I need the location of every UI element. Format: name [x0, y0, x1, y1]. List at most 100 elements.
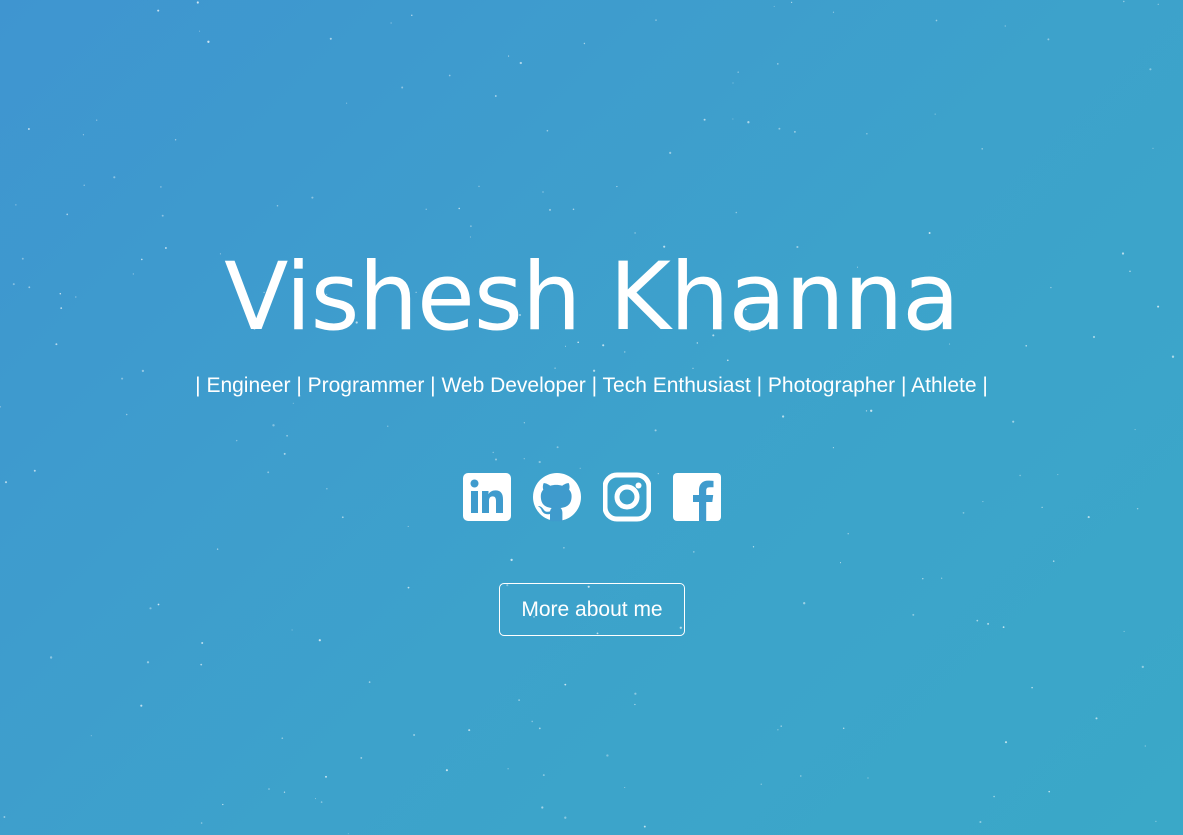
- star-dot: [510, 558, 513, 562]
- star-dot: [174, 139, 177, 141]
- star-dot: [583, 42, 586, 45]
- star-dot: [1002, 626, 1005, 628]
- star-dot: [235, 439, 238, 442]
- star-dot: [157, 9, 160, 12]
- star-dot: [934, 113, 936, 115]
- star-dot: [556, 446, 559, 449]
- star-dot: [216, 548, 219, 550]
- star-dot: [387, 425, 389, 427]
- star-dot: [839, 562, 842, 564]
- star-dot: [523, 422, 525, 424]
- star-dot: [329, 37, 332, 40]
- star-dot: [735, 211, 738, 214]
- star-dot: [83, 184, 85, 186]
- star-dot: [800, 775, 802, 777]
- star-dot: [572, 208, 575, 211]
- star-dot: [703, 118, 706, 121]
- star-dot: [494, 95, 497, 97]
- star-dot: [469, 225, 472, 228]
- star-dot: [325, 775, 327, 778]
- star-dot: [1144, 745, 1146, 747]
- star-dot: [832, 11, 835, 13]
- star-dot: [655, 19, 657, 21]
- star-dot: [0, 405, 2, 408]
- star-dot: [82, 134, 84, 136]
- star-dot: [276, 204, 279, 207]
- star-dot: [634, 703, 636, 706]
- facebook-icon: [672, 473, 721, 521]
- star-dot: [207, 40, 210, 43]
- star-dot: [161, 214, 164, 217]
- star-dot: [315, 798, 316, 800]
- star-dot: [732, 118, 734, 120]
- star-dot: [411, 14, 413, 16]
- star-dot: [579, 467, 581, 469]
- star-dot: [1152, 147, 1154, 149]
- star-dot: [160, 186, 162, 188]
- star-dot: [803, 602, 806, 605]
- star-dot: [222, 803, 224, 806]
- star-dot: [941, 577, 943, 579]
- star-dot: [1052, 560, 1055, 562]
- star-dot: [49, 656, 53, 659]
- star-dot: [726, 359, 729, 362]
- instagram-link[interactable]: [602, 472, 651, 522]
- star-dot: [842, 727, 845, 729]
- star-dot: [979, 820, 982, 824]
- star-dot: [542, 191, 544, 193]
- star-dot: [445, 769, 448, 772]
- hero-tagline: | Engineer | Programmer | Web Developer …: [195, 374, 988, 397]
- star-dot: [866, 133, 868, 135]
- star-dot: [624, 786, 626, 789]
- star-dot: [1095, 717, 1098, 720]
- star-dot: [692, 551, 695, 553]
- star-dot: [781, 415, 785, 418]
- hero-section: Vishesh Khanna | Engineer | Programmer |…: [0, 0, 1183, 835]
- star-dot: [286, 434, 288, 437]
- star-dot: [468, 729, 471, 732]
- star-dot: [634, 692, 637, 695]
- star-dot: [564, 683, 567, 686]
- star-dot: [507, 768, 509, 770]
- facebook-link[interactable]: [672, 472, 721, 522]
- star-dot: [518, 699, 520, 701]
- github-icon: [532, 473, 581, 522]
- star-dot: [200, 663, 203, 666]
- star-dot: [390, 22, 392, 24]
- star-dot: [347, 833, 349, 835]
- star-dot: [149, 607, 152, 610]
- star-dot: [196, 1, 199, 4]
- star-dot: [546, 129, 549, 132]
- star-dot: [519, 61, 522, 65]
- star-dot: [198, 30, 201, 32]
- linkedin-link[interactable]: [462, 472, 511, 522]
- star-dot: [495, 458, 497, 461]
- star-dot: [90, 735, 92, 737]
- star-dot: [478, 185, 480, 188]
- star-dot: [492, 451, 494, 454]
- github-link[interactable]: [532, 472, 581, 522]
- star-dot: [311, 196, 314, 199]
- star-dot: [523, 458, 525, 460]
- star-dot: [794, 131, 796, 133]
- star-dot: [407, 586, 410, 589]
- star-dot: [448, 74, 451, 77]
- hero-name: Vishesh Khanna: [224, 243, 960, 352]
- star-dot: [669, 151, 672, 154]
- star-dot: [272, 424, 275, 427]
- star-dot: [643, 825, 646, 828]
- star-dot: [554, 367, 556, 369]
- star-dot: [27, 128, 30, 130]
- star-dot: [200, 822, 203, 824]
- star-dot: [912, 613, 915, 616]
- star-dot: [778, 127, 781, 130]
- star-dot: [140, 704, 143, 707]
- star-dot: [113, 176, 116, 179]
- more-about-me-button[interactable]: More about me: [499, 583, 685, 636]
- star-dot: [773, 5, 775, 7]
- star-dot: [760, 783, 762, 785]
- star-dot: [847, 533, 849, 535]
- star-dot: [401, 86, 404, 89]
- star-dot: [1155, 820, 1157, 823]
- star-dot: [935, 19, 938, 22]
